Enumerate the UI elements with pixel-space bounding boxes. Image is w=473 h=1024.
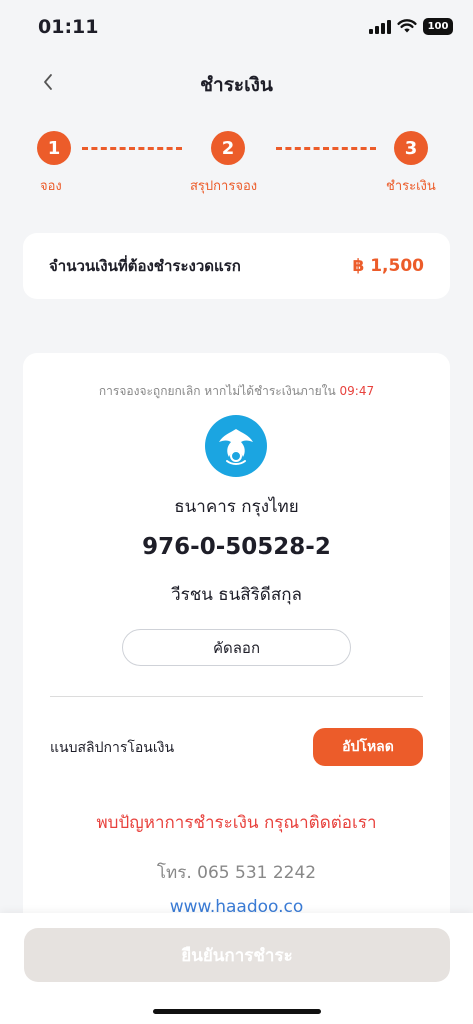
step-3-label: ชำระเงิน	[386, 179, 436, 194]
battery-icon: 100	[423, 18, 453, 35]
payment-problem-text: พบปัญหาการชำระเงิน กรุณาติดต่อเรา	[96, 813, 377, 833]
status-bar: 01:11 100	[0, 0, 473, 56]
step-3-circle: 3	[394, 131, 428, 165]
amount-card: จำนวนเงินที่ต้องชำระงวดแรก ฿ 1,500	[23, 233, 450, 299]
step-2-circle: 2	[211, 131, 245, 165]
krungthai-bank-logo-icon	[205, 415, 267, 477]
header: ชำระเงิน	[0, 64, 473, 104]
bank-name: ธนาคาร กรุงไทย	[174, 497, 299, 517]
bottom-action-bar: ยืนยันการชำระ	[0, 913, 473, 1024]
countdown-timer: 09:47	[339, 384, 375, 398]
copy-button[interactable]: คัดลอก	[122, 629, 351, 666]
step-connector	[82, 147, 182, 150]
countdown-notice: การจองจะถูกยกเลิก หากไม่ได้ชำระเงินภายใน…	[23, 382, 450, 401]
contact-phone[interactable]: โทร. 065 531 2242	[23, 859, 450, 886]
home-indicator	[153, 1009, 321, 1014]
slip-label: แนบสลิปการโอนเงิน	[50, 740, 175, 756]
amount-value: ฿ 1,500	[352, 256, 424, 276]
confirm-payment-button[interactable]: ยืนยันการชำระ	[24, 928, 450, 982]
amount-label: จำนวนเงินที่ต้องชำระงวดแรก	[49, 257, 241, 275]
cellular-signal-icon	[369, 19, 391, 34]
step-1-circle: 1	[37, 131, 71, 165]
page-title: ชำระเงิน	[200, 74, 273, 96]
step-1-label: จอง	[40, 179, 62, 194]
account-number: 976-0-50528-2	[142, 534, 331, 560]
wifi-icon	[397, 19, 417, 33]
divider	[50, 696, 423, 697]
status-time: 01:11	[38, 16, 99, 38]
payment-card: การจองจะถูกยกเลิก หากไม่ได้ชำระเงินภายใน…	[23, 353, 450, 973]
countdown-text: การจองจะถูกยกเลิก หากไม่ได้ชำระเงินภายใน	[98, 384, 336, 398]
step-connector	[276, 147, 376, 150]
progress-steps: 1 2 3 จอง สรุปการจอง ชำระเงิน	[0, 128, 473, 198]
step-2-label: สรุปการจอง	[190, 179, 258, 194]
account-holder-name: วีรชน ธนสิริดีสกุล	[171, 585, 302, 605]
upload-button[interactable]: อัปโหลด	[313, 728, 423, 766]
status-icons: 100	[369, 18, 453, 35]
